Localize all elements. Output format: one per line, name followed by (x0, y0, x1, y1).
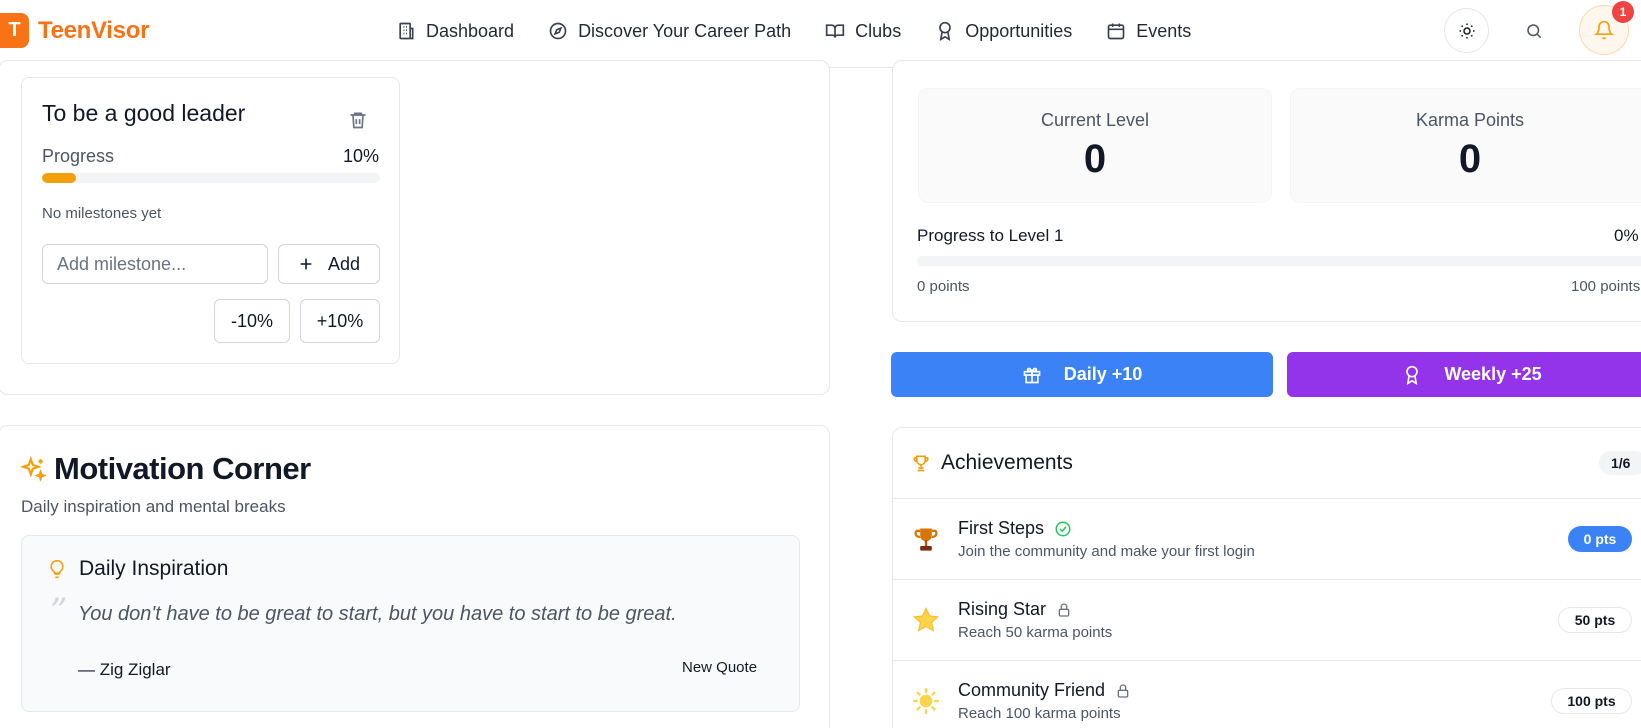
trash-icon (350, 112, 366, 129)
top-navigation-bar: T TeenVisor Dashboard Discover Your Care… (0, 0, 1641, 68)
current-level-value: 0 (1083, 137, 1107, 181)
weekly-reward-button[interactable]: Weekly +25 (1287, 352, 1641, 397)
achievement-name: Rising Star (958, 599, 1072, 620)
increase-progress-button[interactable]: +10% (300, 299, 380, 343)
nav-label: Clubs (855, 20, 902, 41)
achievement-description: Reach 50 karma points (958, 624, 1113, 641)
karma-points-value: 0 (1458, 137, 1482, 181)
level-progress-label: Progress to Level 1 (917, 226, 1064, 245)
lightbulb-icon (50, 559, 64, 579)
building-icon (399, 22, 414, 40)
calendar-icon (1107, 23, 1125, 40)
achievements-heading: Achievements (911, 451, 1073, 475)
lock-icon (1117, 683, 1129, 698)
sun-icon (913, 688, 939, 714)
sun-icon (1459, 23, 1474, 38)
achievement-name-text: Community Friend (958, 680, 1106, 700)
gift-icon (1023, 367, 1041, 383)
level-progress-max: 100 points (1571, 278, 1641, 295)
motivation-title: Motivation Corner (54, 451, 311, 486)
add-label: Add (327, 253, 361, 274)
progress-value: 10% (342, 146, 379, 166)
theme-toggle-button[interactable] (1444, 8, 1489, 53)
nav-label: Discover Your Career Path (578, 20, 792, 41)
daily-inspiration-card: Daily Inspiration ” You don't have to be… (21, 535, 800, 712)
star-icon (912, 606, 939, 632)
achievement-name: First Steps (958, 518, 1072, 539)
bell-icon (1594, 20, 1614, 40)
achievement-points-badge: 0 pts (1568, 526, 1632, 552)
achievement-description: Join the community and make your first l… (958, 543, 1255, 560)
current-level-tile: Current Level 0 (918, 88, 1272, 203)
main-nav: Dashboard Discover Your Career Path Club… (396, 18, 1225, 44)
trophy-icon (914, 528, 938, 551)
karma-points-label: Karma Points (1415, 110, 1525, 130)
motivation-heading: Motivation Corner (20, 451, 311, 487)
level-progress-min: 0 points (917, 278, 970, 295)
nav-label: Events (1136, 20, 1192, 41)
current-level-label: Current Level (1040, 110, 1150, 130)
quote-author: — Zig Ziglar (78, 660, 171, 679)
achievement-name: Community Friend (958, 680, 1131, 701)
no-milestones-text: No milestones yet (42, 205, 162, 222)
achievement-row[interactable]: Rising Star Reach 50 karma points 50 pts (892, 580, 1641, 660)
level-progress-bar (917, 256, 1641, 266)
inspiration-title: Daily Inspiration (79, 557, 229, 580)
goal-progress-fill (42, 173, 76, 183)
delete-goal-button[interactable] (348, 110, 368, 135)
motivation-subtitle: Daily inspiration and mental breaks (21, 497, 286, 516)
plus-icon (300, 258, 312, 270)
trophy-icon (913, 455, 929, 472)
add-milestone-button[interactable]: Add (278, 244, 380, 284)
nav-clubs[interactable]: Clubs (825, 18, 901, 44)
karma-points-tile: Karma Points 0 (1290, 88, 1641, 203)
progress-label: Progress (42, 146, 115, 166)
decrease-progress-button[interactable]: -10% (214, 299, 290, 343)
logo-letter: T (8, 19, 21, 41)
achievement-name-text: First Steps (958, 518, 1045, 538)
search-button[interactable] (1511, 8, 1556, 53)
check-circle-icon (1055, 521, 1071, 536)
achievement-description: Reach 100 karma points (958, 705, 1121, 722)
sparkles-icon (20, 456, 46, 482)
weekly-reward-label: Weekly +25 (1444, 364, 1542, 384)
nav-career-path[interactable]: Discover Your Career Path (548, 18, 791, 44)
achievement-row[interactable]: Community Friend Reach 100 karma points … (892, 661, 1641, 728)
achievement-points-badge: 50 pts (1558, 607, 1632, 633)
nav-events[interactable]: Events (1106, 18, 1191, 44)
search-icon (1526, 23, 1541, 38)
inspiration-heading: Daily Inspiration (47, 557, 228, 581)
achievement-name-text: Rising Star (958, 599, 1047, 619)
nav-label: Dashboard (426, 20, 515, 41)
brand-logo[interactable]: T TeenVisor (0, 13, 149, 48)
quote-mark-icon: ” (50, 591, 68, 631)
book-open-icon (826, 24, 845, 38)
goal-title: To be a good leader (42, 100, 246, 126)
milestone-input[interactable] (42, 244, 268, 284)
daily-reward-button[interactable]: Daily +10 (891, 352, 1273, 397)
nav-opportunities[interactable]: Opportunities (935, 18, 1072, 44)
goal-progress-bar (42, 173, 380, 183)
achievement-points-badge: 100 pts (1551, 688, 1632, 714)
new-quote-button[interactable]: New Quote (682, 659, 757, 676)
brand-name: TeenVisor (38, 16, 150, 44)
level-progress-percent: 0% (1614, 226, 1639, 245)
award-icon (1406, 365, 1419, 385)
daily-reward-label: Daily +10 (1063, 364, 1143, 384)
notification-badge: 1 (1612, 1, 1634, 23)
achievement-row[interactable]: First Steps Join the community and make … (892, 499, 1641, 579)
quote-text: You don't have to be great to start, but… (78, 603, 677, 625)
nav-label: Opportunities (965, 20, 1073, 41)
nav-dashboard[interactable]: Dashboard (396, 18, 514, 44)
logo-mark: T (0, 13, 29, 48)
award-icon (939, 21, 952, 41)
lock-icon (1058, 602, 1070, 617)
achievements-title: Achievements (941, 451, 1073, 474)
compass-icon (549, 22, 567, 40)
goal-card: To be a good leader Progress 10% No mile… (21, 77, 400, 364)
achievements-count: 1/6 (1599, 451, 1641, 475)
